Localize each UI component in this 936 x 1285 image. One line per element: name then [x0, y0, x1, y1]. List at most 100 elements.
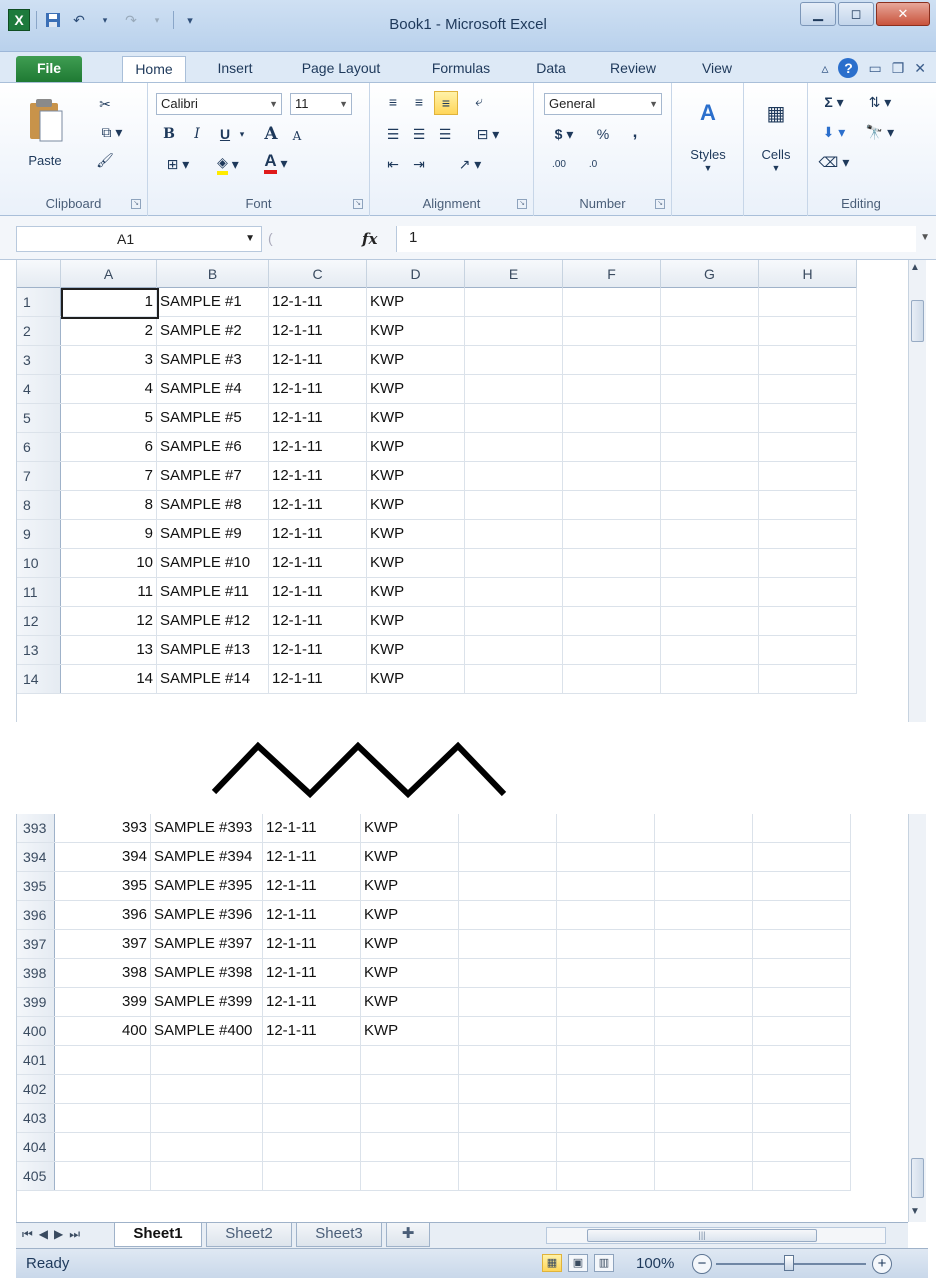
- sheet-tab-sheet2[interactable]: Sheet2: [206, 1223, 292, 1247]
- grid-cell[interactable]: 12-1-11: [269, 665, 367, 693]
- row-header[interactable]: 10: [17, 549, 61, 577]
- align-top-icon[interactable]: ≡: [382, 91, 404, 113]
- alignment-launcher-icon[interactable]: ↘: [517, 199, 527, 209]
- grid-cell[interactable]: 1: [61, 288, 157, 316]
- grid-cell[interactable]: [563, 346, 661, 374]
- workbook-minimize-icon[interactable]: ▭: [868, 60, 881, 77]
- grid-cell[interactable]: 12-1-11: [269, 375, 367, 403]
- grid-cell[interactable]: [55, 1133, 151, 1161]
- workbook-restore-icon[interactable]: ❐: [892, 60, 905, 77]
- grid-cell[interactable]: [753, 1162, 851, 1190]
- styles-icon[interactable]: A: [688, 93, 728, 133]
- grid-cell[interactable]: 12-1-11: [269, 462, 367, 490]
- grid-cell[interactable]: [759, 520, 857, 548]
- grid-cell[interactable]: [465, 665, 563, 693]
- number-format-dropdown[interactable]: General ▼: [544, 93, 662, 115]
- select-all-corner[interactable]: [17, 260, 61, 288]
- grid-cell[interactable]: [465, 346, 563, 374]
- column-header[interactable]: G: [661, 260, 759, 288]
- grid-cell[interactable]: [661, 578, 759, 606]
- grid-cell[interactable]: [759, 346, 857, 374]
- grid-cell[interactable]: [759, 375, 857, 403]
- grid-cell[interactable]: [55, 1046, 151, 1074]
- align-center-icon[interactable]: ☰: [408, 123, 430, 145]
- tab-review[interactable]: Review: [596, 56, 670, 82]
- grid-cell[interactable]: [263, 1162, 361, 1190]
- shrink-font-button[interactable]: A: [286, 125, 308, 147]
- grid-cell[interactable]: [753, 1133, 851, 1161]
- grid-cell[interactable]: KWP: [361, 988, 459, 1016]
- grid-cell[interactable]: [465, 288, 563, 316]
- grid-cell[interactable]: 3: [61, 346, 157, 374]
- name-box-dropdown-icon[interactable]: ▼: [245, 227, 255, 251]
- grid-cell[interactable]: [459, 1046, 557, 1074]
- row-header[interactable]: 394: [17, 843, 55, 871]
- row-header[interactable]: 398: [17, 959, 55, 987]
- grid-cell[interactable]: [661, 462, 759, 490]
- grid-cell[interactable]: [563, 665, 661, 693]
- grid-cell[interactable]: [563, 491, 661, 519]
- merge-center-icon[interactable]: ⊟ ▾: [466, 123, 510, 145]
- grid-cell[interactable]: 12-1-11: [269, 491, 367, 519]
- grid-cell[interactable]: KWP: [367, 665, 465, 693]
- copy-icon[interactable]: ⧉ ▾: [92, 121, 132, 143]
- grid-cell[interactable]: [655, 1075, 753, 1103]
- grid-cell[interactable]: 11: [61, 578, 157, 606]
- grid-cell[interactable]: [753, 1046, 851, 1074]
- grid-cell[interactable]: KWP: [367, 491, 465, 519]
- cells-icon[interactable]: ▦: [756, 93, 796, 133]
- grid-cell[interactable]: [759, 665, 857, 693]
- sheet-nav-arrows[interactable]: ⏮◀▶⏭: [22, 1227, 86, 1242]
- grid-cell[interactable]: 14: [61, 665, 157, 693]
- column-header[interactable]: F: [563, 260, 661, 288]
- tab-view[interactable]: View: [690, 56, 744, 82]
- zoom-level[interactable]: 100%: [636, 1255, 674, 1272]
- grid-cell[interactable]: [263, 1075, 361, 1103]
- grid-cell[interactable]: 12-1-11: [269, 404, 367, 432]
- underline-dropdown-icon[interactable]: ▾: [236, 123, 248, 145]
- grid-cell[interactable]: [459, 901, 557, 929]
- row-header[interactable]: 397: [17, 930, 55, 958]
- grid-cell[interactable]: [655, 930, 753, 958]
- grid-cell[interactable]: [661, 288, 759, 316]
- font-color-button[interactable]: A ▾: [254, 151, 298, 175]
- grid-cell[interactable]: [661, 665, 759, 693]
- formula-input[interactable]: 1: [396, 226, 916, 252]
- row-header[interactable]: 403: [17, 1104, 55, 1132]
- tab-home[interactable]: Home: [122, 56, 186, 82]
- grid-cell[interactable]: [655, 1133, 753, 1161]
- grid-cell[interactable]: KWP: [361, 959, 459, 987]
- grid-cell[interactable]: [759, 491, 857, 519]
- grid-cell[interactable]: [759, 404, 857, 432]
- grid-cell[interactable]: [459, 1162, 557, 1190]
- tab-insert[interactable]: Insert: [200, 56, 270, 82]
- row-header[interactable]: 401: [17, 1046, 55, 1074]
- autosum-button[interactable]: Σ ▾: [816, 91, 852, 113]
- grid-cell[interactable]: [465, 607, 563, 635]
- grid-cell[interactable]: SAMPLE #10: [157, 549, 269, 577]
- comma-button[interactable]: ,: [624, 121, 646, 143]
- grid-cell[interactable]: 393: [55, 814, 151, 842]
- grid-cell[interactable]: [459, 930, 557, 958]
- grid-cell[interactable]: KWP: [367, 404, 465, 432]
- column-header[interactable]: C: [269, 260, 367, 288]
- grid-cell[interactable]: [459, 1133, 557, 1161]
- grid-cell[interactable]: [459, 988, 557, 1016]
- grid-cell[interactable]: [557, 1046, 655, 1074]
- grid-cell[interactable]: [655, 814, 753, 842]
- grid-cell[interactable]: 12-1-11: [269, 549, 367, 577]
- grid-cell[interactable]: 8: [61, 491, 157, 519]
- grid-cell[interactable]: [465, 578, 563, 606]
- row-header[interactable]: 400: [17, 1017, 55, 1045]
- grid-cell[interactable]: SAMPLE #397: [151, 930, 263, 958]
- grid-cell[interactable]: [361, 1162, 459, 1190]
- font-name-dropdown[interactable]: Calibri ▼: [156, 93, 282, 115]
- grid-cell[interactable]: [563, 636, 661, 664]
- grid-cell[interactable]: [759, 549, 857, 577]
- grid-cell[interactable]: [465, 549, 563, 577]
- close-icon[interactable]: ✕: [876, 2, 930, 26]
- grid-cell[interactable]: KWP: [367, 433, 465, 461]
- grid-cell[interactable]: 2: [61, 317, 157, 345]
- increase-indent-icon[interactable]: ⇥: [408, 153, 430, 175]
- grid-cell[interactable]: [563, 520, 661, 548]
